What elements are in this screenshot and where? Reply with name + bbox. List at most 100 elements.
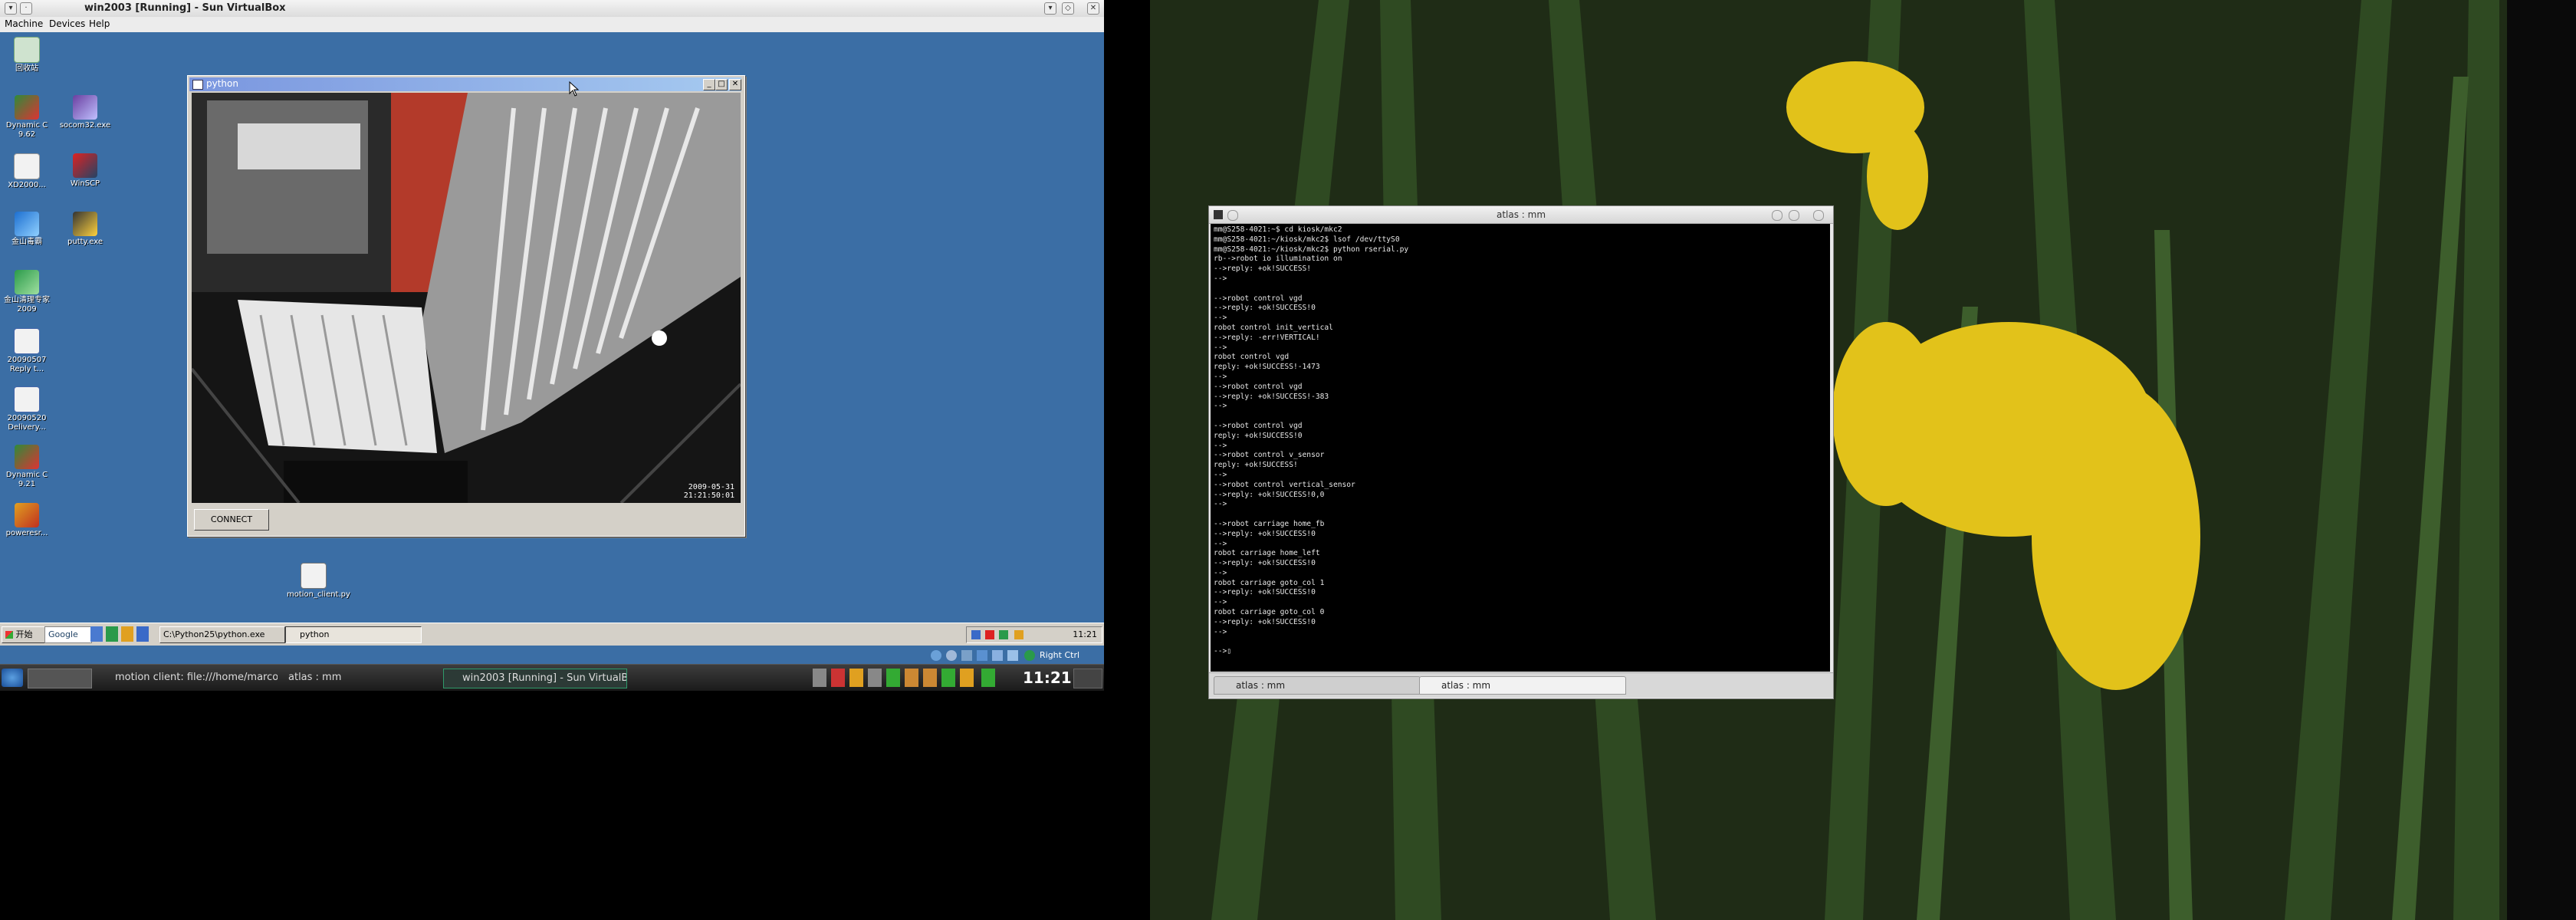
tray-icon-8[interactable] bbox=[960, 669, 974, 687]
tray-icon-6[interactable] bbox=[923, 669, 937, 687]
terminal-line: --> bbox=[1214, 627, 1227, 636]
terminal-line: -->reply: +ok!SUCCESS!0 bbox=[1214, 588, 1316, 597]
tray-icon-2[interactable] bbox=[849, 669, 863, 687]
kde-task-virtualbox[interactable]: win2003 [Running] - Sun VirtualBox bbox=[443, 669, 627, 688]
volume-icon[interactable] bbox=[1014, 630, 1024, 639]
power-tray-icon[interactable] bbox=[981, 669, 995, 687]
terminal-line: reply: +ok!SUCCESS!-1473 bbox=[1214, 363, 1320, 372]
floppy-status-icon bbox=[961, 650, 972, 661]
terminal-line: reply: +ok!SUCCESS! bbox=[1214, 461, 1298, 470]
winscp-icon bbox=[73, 153, 97, 178]
tray-app-icon[interactable] bbox=[999, 630, 1008, 639]
desktop-icon-motion-client[interactable]: motion_client.py bbox=[287, 563, 350, 600]
desktop-icon-dynamic-c-921[interactable]: Dynamic C 9.21 bbox=[0, 445, 54, 489]
desktop-icon-kingsoft-av[interactable]: 金山毒霸 bbox=[0, 212, 54, 247]
menu-machine[interactable]: Machine bbox=[5, 18, 43, 29]
mouse-cursor-icon bbox=[569, 81, 580, 97]
quicklaunch-app-icon[interactable] bbox=[136, 626, 149, 642]
desktop-icon-kingsoft-cleaner[interactable]: 金山清理专家2009 bbox=[0, 270, 54, 314]
kde-task-motion-client[interactable]: motion client: file:///home/marco/... bbox=[97, 669, 278, 687]
terminal-line: -->reply: -err!VERTICAL! bbox=[1214, 333, 1320, 342]
connect-button[interactable]: CONNECT bbox=[194, 509, 269, 531]
taskbar-item-python[interactable]: python bbox=[285, 626, 422, 643]
quicklaunch-desktop-icon[interactable] bbox=[90, 626, 103, 642]
desktop-icon-delivery-doc[interactable]: 20090520 Delivery... bbox=[0, 386, 54, 432]
terminal-line: mm@S258-4021:~/kiosk/mkc2$ lsof /dev/tty… bbox=[1214, 235, 1400, 244]
close-button[interactable]: ✕ bbox=[729, 79, 741, 90]
python-window: python _ □ ✕ 2009-05-31 21:21:50:01 CONN… bbox=[187, 75, 745, 537]
tray-icon-7[interactable] bbox=[941, 669, 955, 687]
tray-icon-1[interactable] bbox=[831, 669, 845, 687]
maximize-button[interactable]: ◇ bbox=[1062, 2, 1074, 15]
terminal-line: --> bbox=[1214, 568, 1227, 577]
word-document-icon bbox=[14, 328, 40, 354]
capture-status-icon bbox=[1024, 650, 1035, 661]
terminal-line: -->reply: +ok!SUCCESS!0 bbox=[1214, 559, 1316, 568]
desktop-icon-dynamic-c-962[interactable]: Dynamic C 9.62 bbox=[0, 95, 54, 140]
quicklaunch-ie-icon[interactable] bbox=[106, 626, 118, 642]
terminal-line: -->robot control vgd bbox=[1214, 421, 1303, 430]
terminal-line: --> bbox=[1214, 500, 1227, 509]
python-window-titlebar[interactable]: python _ □ ✕ bbox=[189, 77, 741, 91]
system-tray: 11:21 bbox=[966, 626, 1102, 643]
taskbar-item-python-exe[interactable]: C:\Python25\python.exe bbox=[159, 626, 285, 643]
tray-icon-4[interactable] bbox=[886, 669, 900, 687]
desktop-icon-xd2000[interactable]: XD2000... bbox=[0, 153, 54, 190]
terminal-titlebar[interactable]: atlas : mm bbox=[1209, 206, 1833, 224]
terminal-line: -->robot control vgd bbox=[1214, 382, 1303, 391]
start-button[interactable]: 开始 bbox=[2, 626, 46, 643]
google-toolbar[interactable]: Google bbox=[44, 626, 92, 643]
virtualbox-titlebar[interactable]: ▾ · win2003 [Running] - Sun VirtualBox ▾… bbox=[0, 0, 1104, 18]
terminal-tabbar: atlas : mm atlas : mm bbox=[1209, 672, 1833, 698]
minimize-button[interactable]: _ bbox=[703, 79, 715, 90]
desktop-pager[interactable] bbox=[28, 669, 92, 688]
desktop-icon-winscp[interactable]: WinSCP bbox=[58, 153, 112, 189]
virtualbox-menubar: Machine Devices Help bbox=[0, 17, 1104, 33]
menu-devices[interactable]: Devices bbox=[49, 18, 85, 29]
desktop-icon-socom[interactable]: socom32.exe bbox=[58, 95, 112, 130]
terminal-tab-2[interactable]: atlas : mm bbox=[1419, 676, 1626, 695]
terminal-line: robot carriage goto_col 1 bbox=[1214, 578, 1325, 587]
window-menu-icon[interactable]: ▾ bbox=[5, 2, 17, 15]
terminal-line: -->reply: +ok!SUCCESS!-383 bbox=[1214, 392, 1329, 401]
network-status-icon bbox=[977, 650, 987, 661]
pin-icon[interactable]: · bbox=[20, 2, 32, 15]
terminal-line: mm@S258-4021:~/kiosk/mkc2$ python rseria… bbox=[1214, 245, 1409, 254]
kde-panel-handle[interactable] bbox=[1073, 669, 1102, 688]
terminal-line: robot carriage goto_col 0 bbox=[1214, 608, 1325, 617]
terminal-line: -->robot control v_sensor bbox=[1214, 451, 1325, 460]
close-button[interactable] bbox=[1813, 210, 1824, 221]
guest-taskbar: 开始 Google C:\Python25\python.exe python … bbox=[0, 623, 1104, 646]
dynamic-c-icon bbox=[15, 445, 39, 469]
kde-task-atlas[interactable]: atlas : mm bbox=[270, 669, 442, 687]
desktop-icon-poweresr[interactable]: poweresr... bbox=[0, 503, 54, 538]
kde-clock: 11:21 bbox=[1023, 669, 1072, 687]
camera-timestamp: 2009-05-31 21:21:50:01 bbox=[684, 483, 734, 500]
network-icon[interactable] bbox=[971, 630, 981, 639]
minimize-button[interactable] bbox=[1772, 210, 1783, 221]
tray-icon-5[interactable] bbox=[905, 669, 918, 687]
terminal-line: -->reply: +ok!SUCCESS!0 bbox=[1214, 617, 1316, 626]
maximize-button[interactable]: □ bbox=[715, 79, 728, 90]
minimize-button[interactable]: ▾ bbox=[1044, 2, 1056, 15]
desktop-icon-reply-doc[interactable]: 20090507 Reply t... bbox=[0, 328, 54, 374]
tray-icon-3[interactable] bbox=[868, 669, 882, 687]
terminal-tab-1[interactable]: atlas : mm bbox=[1214, 676, 1421, 695]
volume-tray-icon[interactable] bbox=[813, 669, 826, 687]
antivirus-tray-icon[interactable] bbox=[985, 630, 994, 639]
host-key-label: Right Ctrl bbox=[1040, 650, 1080, 660]
desktop-icon-recycle-bin[interactable]: 回收站 bbox=[0, 37, 54, 74]
menu-help[interactable]: Help bbox=[89, 18, 110, 29]
quicklaunch-folder-icon[interactable] bbox=[121, 626, 133, 642]
desktop-icon-putty[interactable]: putty.exe bbox=[58, 212, 112, 247]
close-button[interactable]: ✕ bbox=[1087, 2, 1099, 15]
recycle-bin-icon bbox=[14, 37, 40, 63]
maximize-button[interactable] bbox=[1789, 210, 1799, 221]
terminal-output[interactable]: mm@S258-4021:~$ cd kiosk/mkc2 mm@S258-402… bbox=[1211, 224, 1830, 672]
terminal-line: --> bbox=[1214, 274, 1227, 283]
kde-menu-button[interactable] bbox=[2, 669, 23, 687]
terminal-line: robot control vgd bbox=[1214, 353, 1290, 362]
